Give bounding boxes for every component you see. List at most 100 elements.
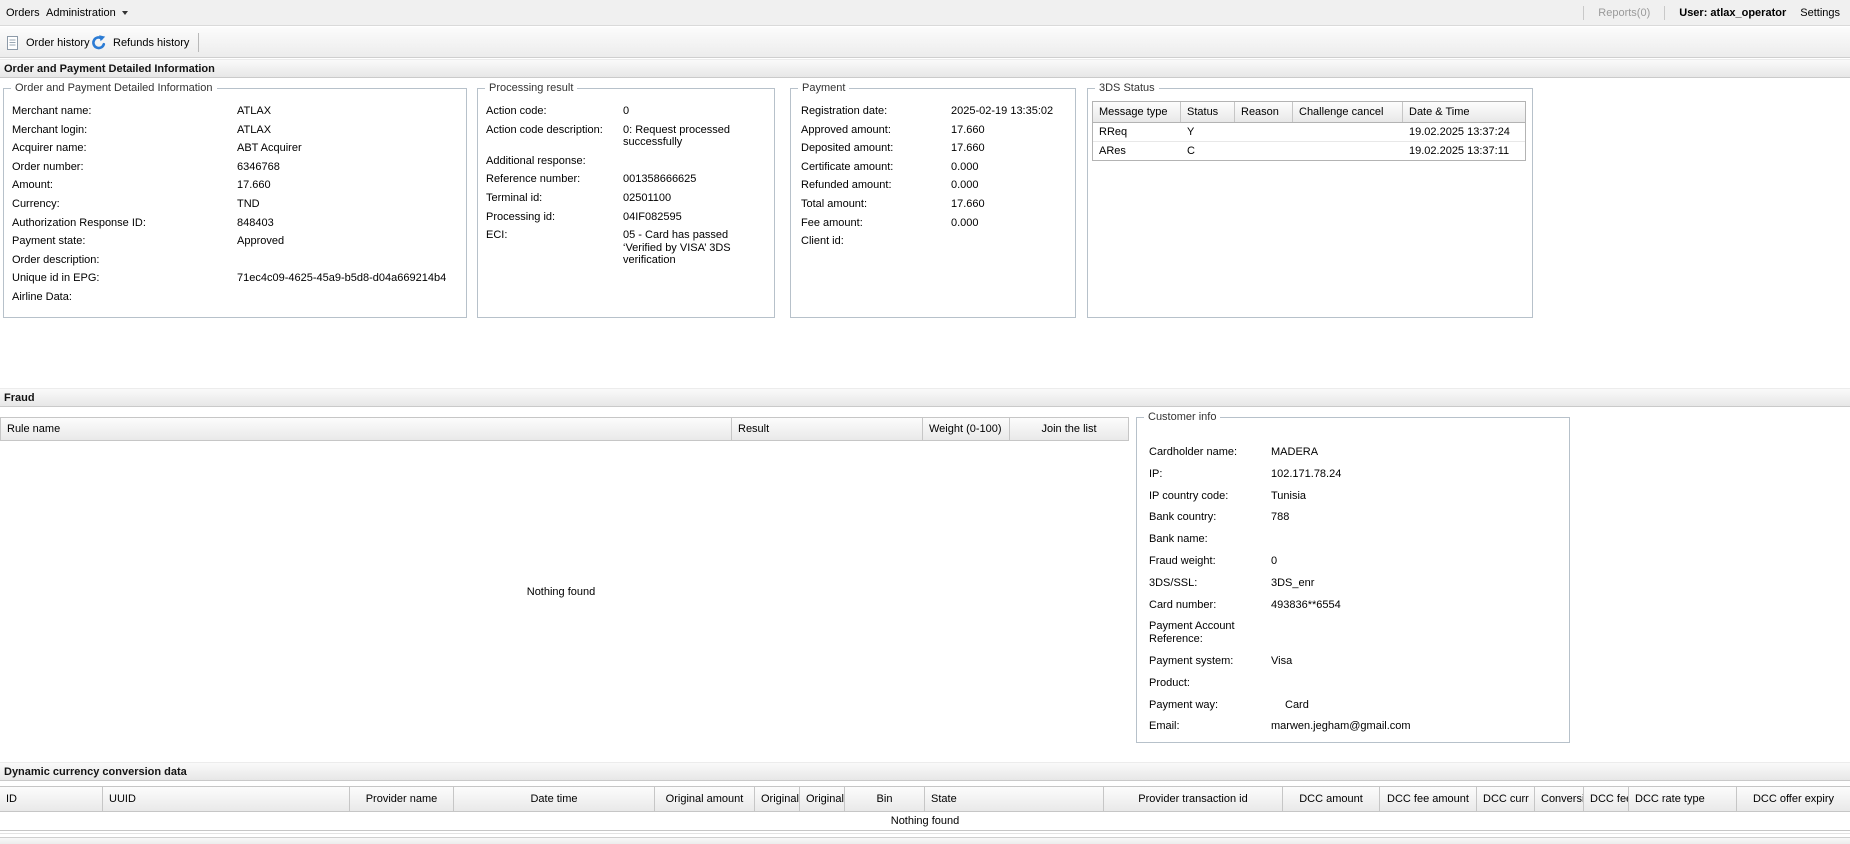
column-header-provider-name[interactable]: Provider name — [350, 787, 454, 811]
field-label: IP country code: — [1149, 489, 1229, 502]
menu-administration[interactable]: Administration — [40, 0, 134, 25]
field-label: Unique id in EPG: — [12, 272, 100, 285]
threeds-cell: Y — [1187, 126, 1195, 138]
field-value: Visa — [1271, 654, 1293, 667]
field-value: 001358666625 — [623, 173, 697, 186]
field-label: Card number: — [1149, 598, 1217, 611]
field-label: Payment state: — [12, 235, 86, 248]
column-header-status[interactable]: Status — [1181, 102, 1235, 122]
column-header-message-type[interactable]: Message type — [1093, 102, 1181, 122]
threeds-status-legend: 3DS Status — [1095, 82, 1159, 94]
section-title: Order and Payment Detailed Information — [4, 62, 215, 75]
field-label: Total amount: — [801, 197, 868, 210]
field-value: 71ec4c09-4625-45a9-b5d8-d04a669214b4 — [237, 272, 447, 285]
field-label: Cardholder name: — [1149, 446, 1238, 458]
column-header-bin[interactable]: Bin — [845, 787, 925, 811]
field-value: 6346768 — [237, 160, 280, 173]
field-label: Fee amount: — [801, 216, 863, 229]
column-header-reason[interactable]: Reason — [1235, 102, 1293, 122]
menu-settings[interactable]: Settings — [1800, 7, 1840, 19]
threeds-cell: 19.02.2025 13:37:24 — [1409, 126, 1510, 138]
column-header-original-amount[interactable]: Original amount — [655, 787, 755, 811]
field-label: Payment system: — [1149, 654, 1234, 667]
column-header-dcc-offer-expiry[interactable]: DCC offer expiry — [1737, 787, 1850, 811]
column-header-dcc-amount[interactable]: DCC amount — [1283, 787, 1380, 811]
field-label: Fraud weight: — [1149, 554, 1216, 567]
field-row: Refunded amount: 0.000 — [801, 179, 1069, 192]
field-value: Tunisia — [1271, 489, 1307, 502]
column-header-dcc-curr[interactable]: DCC curr — [1477, 787, 1535, 811]
column-header-id[interactable]: ID — [0, 787, 103, 811]
threeds-cell: 19.02.2025 13:37:11 — [1409, 145, 1510, 157]
field-row: Client id: — [801, 235, 1069, 248]
customer-info-fields: Cardholder name: MADERA IP: 102.171.78.24 IP… — [1149, 446, 1561, 733]
column-header-dcc-rate-type[interactable]: DCC rate type — [1629, 787, 1737, 811]
field-value: 848403 — [237, 216, 274, 229]
field-value: 0 — [623, 105, 630, 117]
refunds-history-label: Refunds history — [113, 36, 190, 49]
order-history-button[interactable]: Order history — [2, 31, 94, 54]
threeds-cell: ARes — [1099, 145, 1126, 157]
field-label: Reference number: — [486, 173, 581, 186]
menubar-separator — [1664, 5, 1666, 20]
column-header-date-time[interactable]: Date & Time — [1403, 102, 1525, 122]
column-header-date-time[interactable]: Date time — [454, 787, 655, 811]
field-value: 0 — [1271, 554, 1278, 567]
field-row: Order number: 6346768 — [12, 161, 458, 174]
order-info-fields: Merchant name: ATLAX Merchant login: ATLAX A… — [12, 105, 458, 304]
menu-orders[interactable]: Orders — [0, 0, 46, 25]
field-value: 05 - Card has passed ‘Verified by VISA’ … — [623, 229, 731, 267]
threeds-cell — [1293, 123, 1403, 141]
column-header-state[interactable]: State — [925, 787, 1104, 811]
threeds-row: RReq Y 19.02.2025 13:37:24 — [1093, 123, 1525, 142]
field-row: Registration date: 2025-02-19 13:35:02 — [801, 105, 1069, 118]
column-header-uuid[interactable]: UUID — [103, 787, 350, 811]
field-label: Refunded amount: — [801, 179, 892, 192]
field-row: Order description: — [12, 254, 458, 267]
payment-legend: Payment — [798, 82, 850, 94]
field-row: Fee amount: 0.000 — [801, 217, 1069, 230]
bottom-divider — [0, 833, 1850, 834]
column-header-provider-transaction-id[interactable]: Provider transaction id — [1104, 787, 1283, 811]
menu-orders-label: Orders — [6, 6, 40, 19]
field-value: ABT Acquirer — [237, 142, 302, 155]
dcc-table-header: ID UUID Provider name Date time Original amo… — [0, 786, 1850, 812]
column-header-rule-name[interactable]: Rule name — [1, 418, 732, 440]
column-header-conversi[interactable]: Conversi — [1535, 787, 1584, 811]
field-row: Bank name: — [1149, 533, 1561, 546]
field-row: Action code: 0 — [486, 105, 768, 118]
column-header-dcc-fee-amount[interactable]: DCC fee amount — [1380, 787, 1477, 811]
refunds-history-button[interactable]: Refunds history — [86, 31, 193, 54]
column-header-challenge-cancel[interactable]: Challenge cancel — [1293, 102, 1403, 122]
section-header-dcc: Dynamic currency conversion data — [0, 762, 1850, 781]
field-label: Authorization Response ID: — [12, 216, 146, 229]
column-header-join-the-list[interactable]: Join the list — [1010, 418, 1128, 440]
field-row: Bank country: 788 — [1149, 511, 1561, 524]
field-label: Additional response: — [486, 154, 586, 167]
threeds-table-body: RReq Y 19.02.2025 13:37:24 ARes C 19.02.2025 … — [1093, 123, 1525, 160]
field-row: Merchant login: ATLAX — [12, 124, 458, 137]
field-label: Terminal id: — [486, 191, 543, 204]
menu-reports[interactable]: Reports(0) — [1598, 7, 1650, 19]
field-value: 17.660 — [951, 142, 985, 155]
field-row: Reference number: 001358666625 — [486, 173, 768, 186]
column-header-weight-0-100[interactable]: Weight (0-100) — [923, 418, 1010, 440]
column-header-dcc-fee[interactable]: DCC fee — [1584, 787, 1629, 811]
fraud-empty-message: Nothing found — [526, 586, 596, 598]
menu-administration-label: Administration — [46, 6, 116, 19]
field-label: Processing id: — [486, 210, 556, 223]
column-header-result[interactable]: Result — [732, 418, 923, 440]
column-header-original-c[interactable]: Original c — [800, 787, 845, 811]
field-row: Amount: 17.660 — [12, 179, 458, 192]
menubar-right: Reports(0) User: atlax_operator Settings — [1583, 0, 1840, 25]
order-history-label: Order history — [26, 36, 90, 49]
field-label: Action code: — [486, 105, 547, 117]
field-value: 0: Request processed successfully — [623, 123, 731, 149]
field-row: Cardholder name: MADERA — [1149, 446, 1561, 459]
field-label: Payment Account Reference: — [1149, 620, 1235, 646]
field-label: Approved amount: — [801, 123, 891, 136]
field-row: Payment state: Approved — [12, 235, 458, 248]
section-title: Fraud — [4, 391, 35, 404]
column-header-original-f[interactable]: Original f — [755, 787, 800, 811]
menubar-separator — [1583, 5, 1585, 20]
